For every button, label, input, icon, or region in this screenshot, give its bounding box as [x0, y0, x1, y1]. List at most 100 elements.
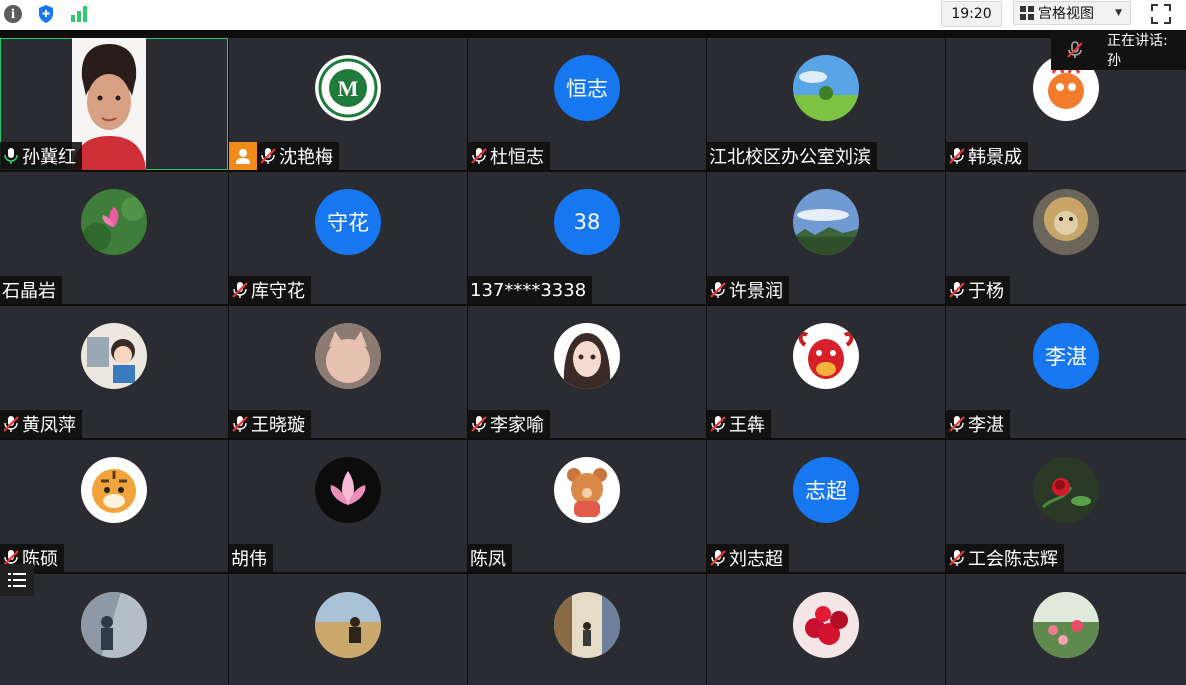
participant-name-bar: 陈凤 — [468, 544, 512, 572]
participant-tile[interactable]: 江北校区办公室刘滨 — [707, 38, 945, 170]
participant-avatar — [315, 457, 381, 523]
participant-tile[interactable] — [229, 574, 467, 685]
participant-name-bar: 工会陈志辉 — [946, 544, 1064, 572]
view-mode-dropdown[interactable]: 宫格视图 ▼ — [1013, 1, 1131, 25]
participant-name: 韩景成 — [968, 147, 1022, 168]
participant-avatar: 恒志 — [554, 55, 620, 121]
mic-off-icon — [949, 549, 965, 567]
participant-tile[interactable] — [707, 574, 945, 685]
mic-off-icon — [232, 281, 248, 299]
participant-name: 孙冀红 — [22, 147, 76, 168]
participant-avatar — [793, 592, 859, 658]
mic-on-icon — [3, 147, 19, 165]
shield-icon[interactable] — [35, 3, 57, 25]
participant-name-bar: 孙冀红 — [0, 142, 82, 170]
participant-avatar — [81, 457, 147, 523]
participant-name: 江北校区办公室刘滨 — [709, 147, 871, 168]
fullscreen-icon[interactable] — [1150, 3, 1172, 25]
participant-avatar — [81, 592, 147, 658]
chevron-down-icon: ▼ — [1115, 8, 1122, 18]
participant-tile[interactable]: 李湛 李湛 — [946, 306, 1186, 438]
participant-tile[interactable]: 于杨 — [946, 172, 1186, 304]
participant-name: 王犇 — [729, 415, 765, 436]
participant-name-bar: 王晓璇 — [229, 410, 311, 438]
participant-avatar: M — [315, 55, 381, 121]
list-icon — [8, 573, 26, 587]
participant-grid: 孙冀红 M 沈艳梅 恒志 杜恒志 江北校区办公室刘滨 韩景成 石晶岩 守花 库守花 38 137***… — [0, 38, 1186, 685]
top-toolbar: i 19:20 宫格视图 ▼ — [0, 0, 1186, 30]
participant-name: 胡伟 — [231, 549, 267, 570]
participant-name: 李湛 — [968, 415, 1004, 436]
participant-tile[interactable]: 胡伟 — [229, 440, 467, 572]
participant-tile[interactable]: 李家喻 — [468, 306, 706, 438]
participant-name: 石晶岩 — [2, 281, 56, 302]
participant-avatar — [554, 323, 620, 389]
participant-name: 许景润 — [729, 281, 783, 302]
participant-avatar — [793, 189, 859, 255]
info-icon[interactable]: i — [2, 3, 24, 25]
participant-name: 李家喻 — [490, 415, 544, 436]
mic-off-icon — [710, 549, 726, 567]
participant-tile[interactable]: 38 137****3338 — [468, 172, 706, 304]
participant-name-bar: 137****3338 — [468, 276, 593, 304]
svg-text:M: M — [338, 76, 359, 101]
mic-off-icon — [710, 281, 726, 299]
view-mode-label: 宫格视图 — [1038, 6, 1094, 22]
speaking-label: 正在讲话: 孙 — [1107, 33, 1168, 69]
participant-tile[interactable]: 陈硕 — [0, 440, 228, 572]
participant-name-bar: 于杨 — [946, 276, 1010, 304]
participant-avatar — [793, 55, 859, 121]
participant-name: 黄凤萍 — [22, 415, 76, 436]
participant-avatar — [1033, 189, 1099, 255]
participant-tile[interactable] — [946, 574, 1186, 685]
grid-view-icon — [1020, 6, 1034, 20]
participant-tile[interactable] — [0, 574, 228, 685]
participant-name-bar: 李湛 — [946, 410, 1010, 438]
participant-name-bar: 沈艳梅 — [229, 142, 339, 170]
participant-avatar: 38 — [554, 189, 620, 255]
participant-tile[interactable]: 志超 刘志超 — [707, 440, 945, 572]
participant-name-bar: 杜恒志 — [468, 142, 550, 170]
mic-off-icon — [3, 415, 19, 433]
mic-off-icon — [949, 281, 965, 299]
participant-tile[interactable]: 王晓璇 — [229, 306, 467, 438]
mic-off-icon — [710, 415, 726, 433]
participant-avatar — [81, 189, 147, 255]
participant-name: 于杨 — [968, 281, 1004, 302]
mic-off-icon — [471, 415, 487, 433]
participant-tile[interactable]: 陈凤 — [468, 440, 706, 572]
participant-tile[interactable]: 孙冀红 — [0, 38, 228, 170]
participant-avatar — [554, 592, 620, 658]
participant-name-bar: 韩景成 — [946, 142, 1028, 170]
participant-name: 137****3338 — [470, 279, 587, 301]
participant-tile[interactable]: M 沈艳梅 — [229, 38, 467, 170]
participant-name-bar: 许景润 — [707, 276, 789, 304]
meeting-time: 19:20 — [941, 1, 1002, 27]
participant-tile[interactable]: 守花库守花 — [229, 172, 467, 304]
participant-avatar: 守花 — [315, 189, 381, 255]
participant-avatar — [1033, 592, 1099, 658]
participant-name: 刘志超 — [729, 549, 783, 570]
mic-off-icon — [260, 147, 276, 165]
participant-name-bar: 王犇 — [707, 410, 771, 438]
participant-name-bar: 黄凤萍 — [0, 410, 82, 438]
participant-tile[interactable]: 王犇 — [707, 306, 945, 438]
participant-list-button[interactable] — [0, 564, 34, 596]
participant-tile[interactable]: 许景润 — [707, 172, 945, 304]
signal-icon[interactable] — [68, 3, 90, 25]
participant-tile[interactable] — [468, 574, 706, 685]
participant-tile[interactable]: 工会陈志辉 — [946, 440, 1186, 572]
participant-avatar — [315, 323, 381, 389]
participant-tile[interactable]: 黄凤萍 — [0, 306, 228, 438]
mic-off-icon — [949, 415, 965, 433]
participant-avatar — [81, 323, 147, 389]
participant-avatar — [554, 457, 620, 523]
participant-name: 沈艳梅 — [279, 147, 333, 168]
participant-avatar: 李湛 — [1033, 323, 1099, 389]
participant-name: 库守花 — [251, 281, 305, 302]
participant-tile[interactable]: 恒志 杜恒志 — [468, 38, 706, 170]
mic-off-icon — [949, 147, 965, 165]
participant-name-bar: 石晶岩 — [0, 276, 62, 304]
participant-name: 工会陈志辉 — [968, 549, 1058, 570]
participant-tile[interactable]: 石晶岩 — [0, 172, 228, 304]
